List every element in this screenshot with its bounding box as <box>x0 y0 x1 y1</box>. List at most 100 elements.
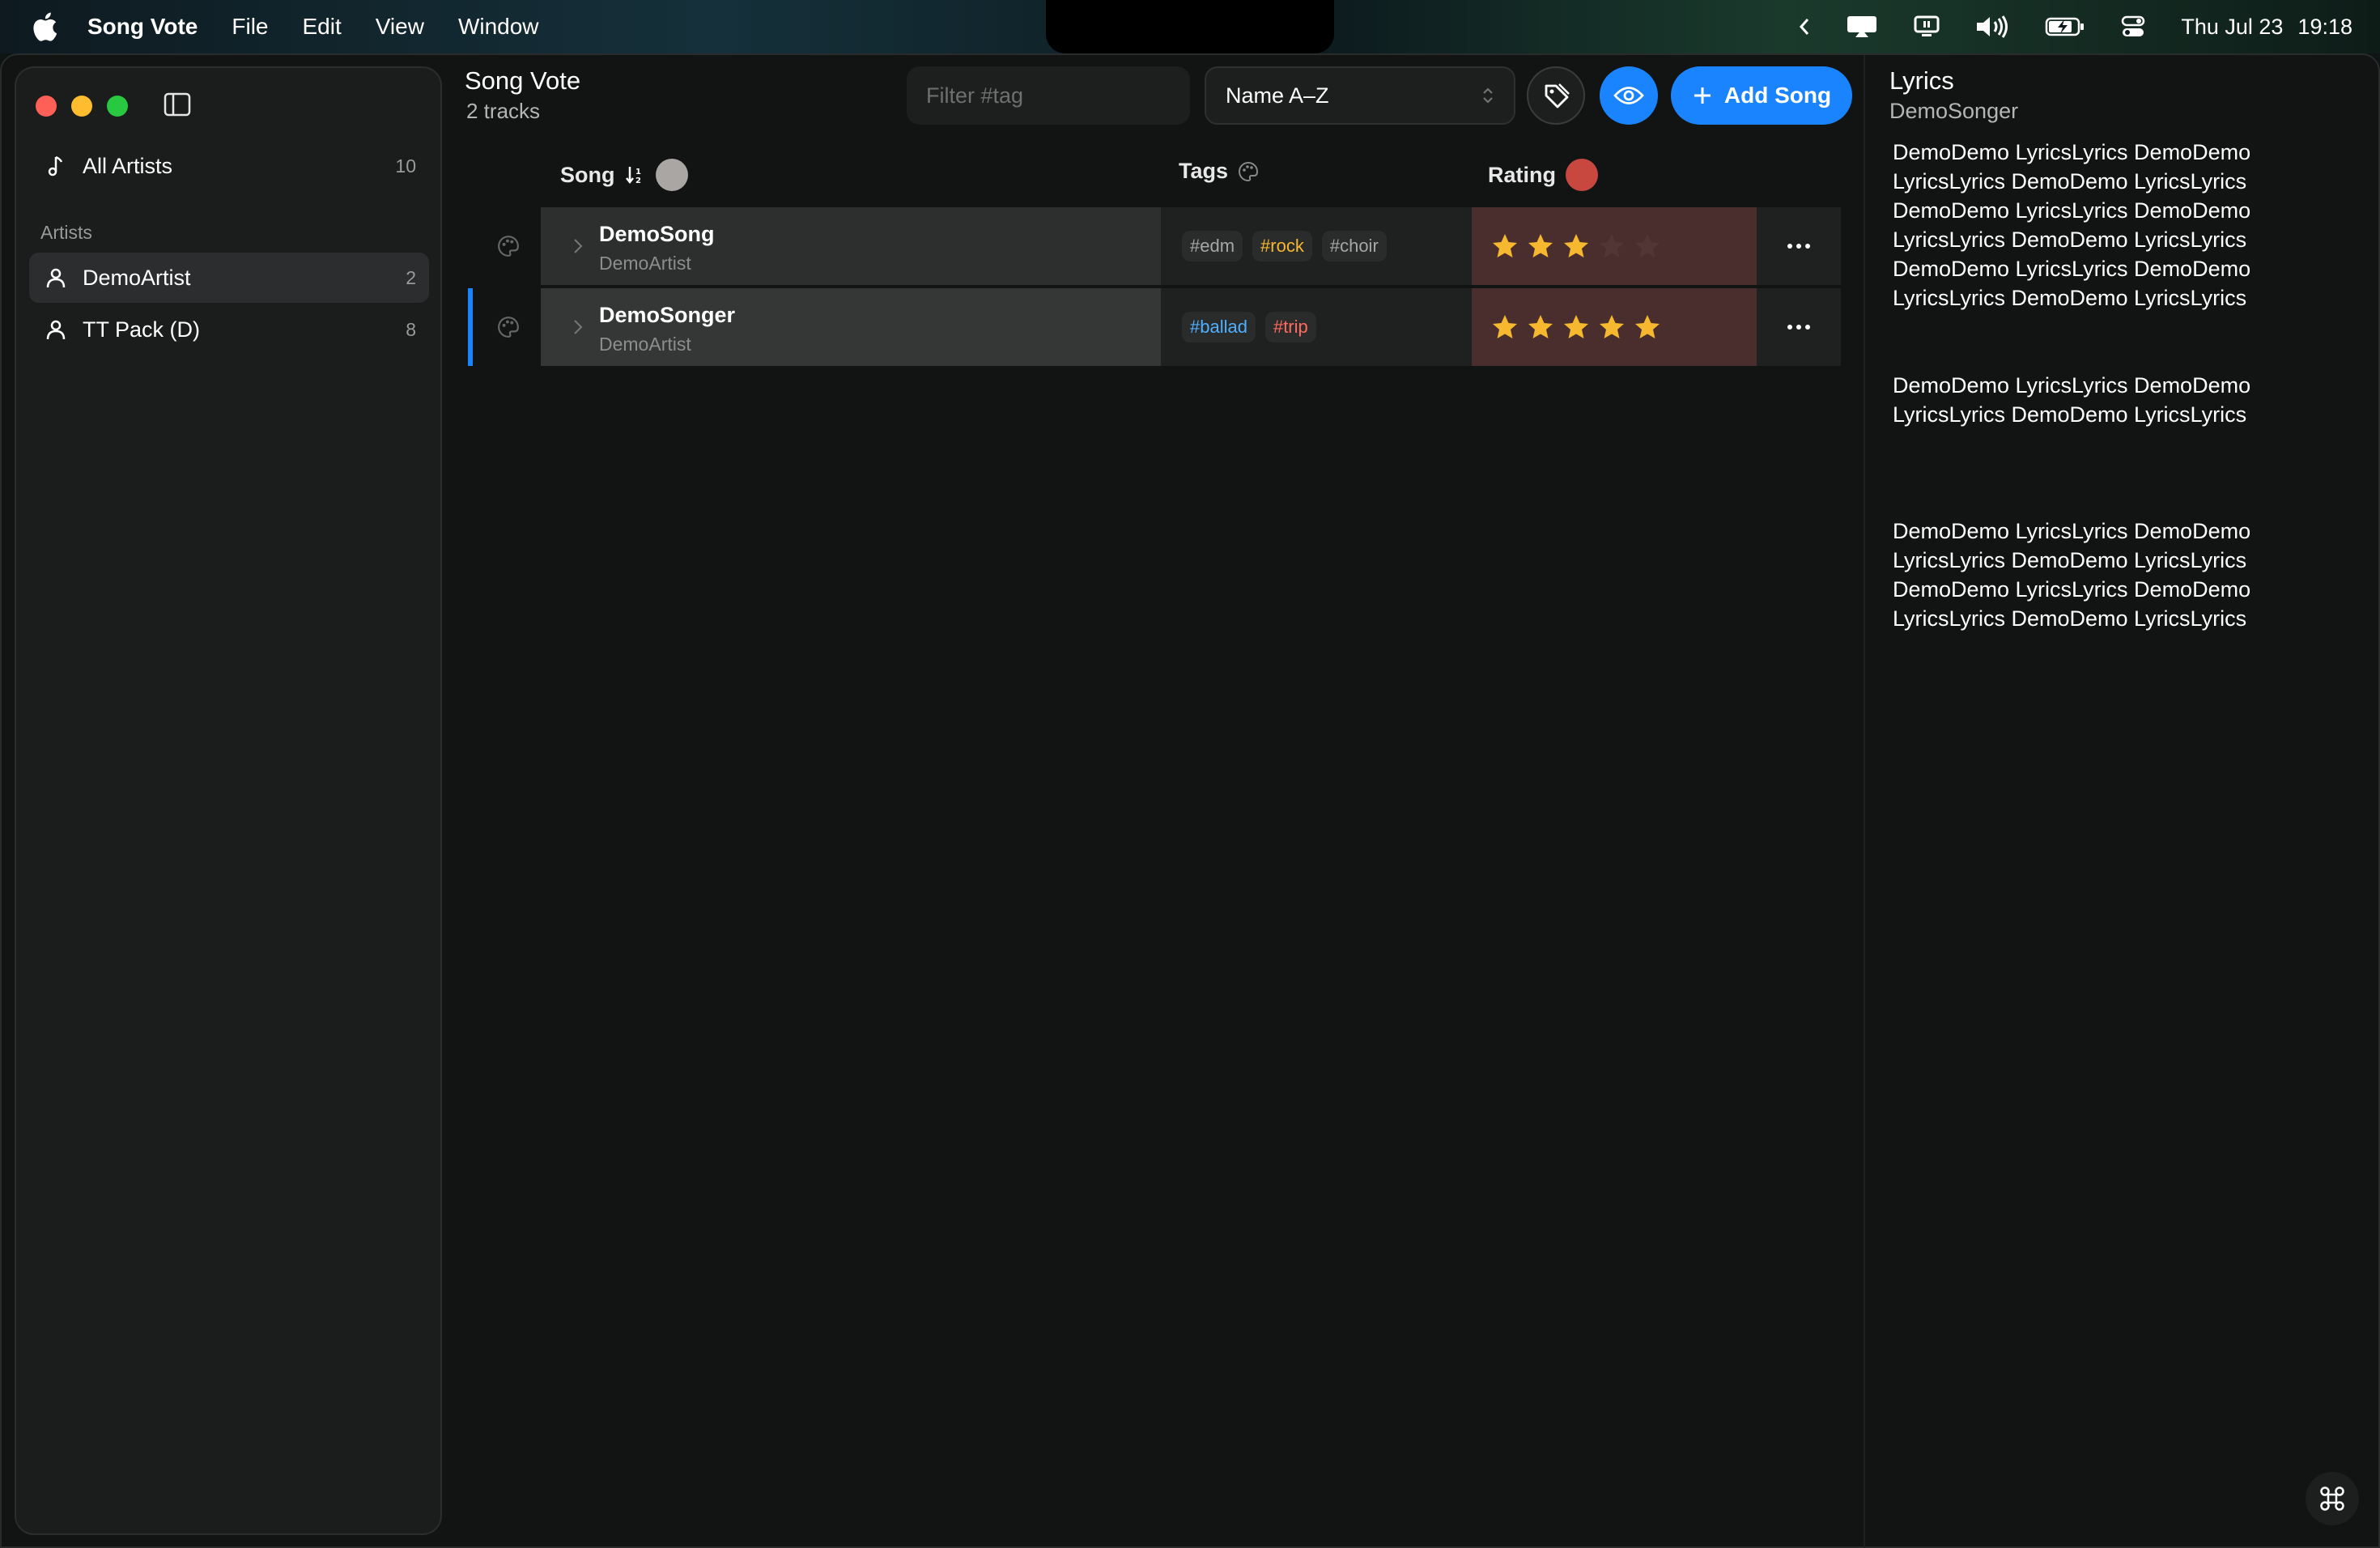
window-controls <box>36 96 128 117</box>
star-empty-icon[interactable] <box>1598 232 1626 260</box>
ellipsis-icon <box>1787 325 1810 330</box>
menu-file[interactable]: File <box>232 14 268 40</box>
column-header-rating[interactable]: Rating <box>1488 159 1598 191</box>
minimize-window-button[interactable] <box>71 96 92 117</box>
chevron-right-icon[interactable] <box>570 316 586 338</box>
sidebar-item-label: All Artists <box>83 153 173 178</box>
sidebar-toggle-icon[interactable] <box>164 92 191 117</box>
sidebar-item-demoartist[interactable]: DemoArtist 2 <box>29 253 429 303</box>
lyrics-line: LyricsLyrics DemoDemo LyricsLyrics <box>1893 402 2247 427</box>
star-filled-icon[interactable] <box>1491 313 1519 341</box>
column-header-song[interactable]: Song 12 <box>560 159 688 191</box>
table-row[interactable]: DemoSonger DemoArtist #ballad #trip <box>468 288 1841 366</box>
sidebar-item-label: TT Pack (D) <box>83 317 201 342</box>
column-header-tags[interactable]: Tags <box>1179 159 1259 184</box>
volume-icon[interactable] <box>1975 15 2009 39</box>
apple-icon[interactable] <box>31 11 58 42</box>
column-header-tags-label: Tags <box>1179 159 1229 183</box>
tag-chip[interactable]: #choir <box>1321 231 1387 262</box>
battery-icon[interactable] <box>2045 16 2085 37</box>
zoom-window-button[interactable] <box>107 96 128 117</box>
lyrics-line: DemoDemo LyricsLyrics DemoDemo <box>1893 198 2251 223</box>
lyrics-line: DemoDemo LyricsLyrics DemoDemo <box>1893 519 2251 543</box>
lyrics-line: LyricsLyrics DemoDemo LyricsLyrics <box>1893 548 2247 572</box>
song-title: DemoSong <box>599 222 715 246</box>
star-filled-icon[interactable] <box>1562 232 1590 260</box>
lyrics-paragraph: DemoDemo LyricsLyrics DemoDemo LyricsLyri… <box>1893 138 2297 313</box>
song-artist: DemoArtist <box>599 334 691 355</box>
star-filled-icon[interactable] <box>1527 232 1554 260</box>
star-filled-icon[interactable] <box>1634 313 1661 341</box>
star-filled-icon[interactable] <box>1491 232 1519 260</box>
tag-chip[interactable]: #edm <box>1182 231 1243 262</box>
chevron-right-icon[interactable] <box>570 235 586 257</box>
menu-app-name[interactable]: Song Vote <box>87 14 198 40</box>
rating-cell[interactable] <box>1472 288 1757 366</box>
lyrics-paragraph: DemoDemo LyricsLyrics DemoDemo LyricsLyri… <box>1893 517 2297 633</box>
palette-icon[interactable] <box>497 235 520 257</box>
lyrics-line: LyricsLyrics DemoDemo LyricsLyrics <box>1893 606 2247 631</box>
tag-chip[interactable]: #ballad <box>1182 312 1256 342</box>
sidebar-item-count: 8 <box>406 318 416 340</box>
tags-cell[interactable]: #edm #rock #choir <box>1161 207 1472 285</box>
screen-mirroring-icon[interactable] <box>1846 15 1878 39</box>
menu-edit[interactable]: Edit <box>303 14 342 40</box>
table-row[interactable]: DemoSong DemoArtist #edm #rock #choir <box>468 207 1841 285</box>
song-cell[interactable]: DemoSong DemoArtist <box>541 207 1161 285</box>
clock-date: Thu Jul 23 <box>2181 14 2284 39</box>
track-count: 2 tracks <box>466 99 541 123</box>
close-window-button[interactable] <box>36 96 57 117</box>
lyrics-title: Lyrics <box>1889 66 1954 95</box>
camera-notch <box>1046 0 1334 53</box>
manage-tags-button[interactable] <box>1527 66 1585 125</box>
tag-chip[interactable]: #rock <box>1252 231 1312 262</box>
star-filled-icon[interactable] <box>1598 313 1626 341</box>
lyrics-divider[interactable] <box>1864 55 1865 1548</box>
more-options-button[interactable] <box>1757 207 1841 285</box>
app-window: All Artists 10 Artists DemoArtist 2 TT P… <box>0 53 2380 1548</box>
eye-icon <box>1613 87 1644 104</box>
display-icon[interactable] <box>1914 15 1940 38</box>
sidebar-item-all-artists[interactable]: All Artists 10 <box>29 141 429 191</box>
palette-icon[interactable] <box>497 316 520 338</box>
command-button[interactable] <box>2306 1472 2359 1525</box>
sort-descending-icon[interactable]: 12 <box>625 164 646 185</box>
lyrics-line: DemoDemo LyricsLyrics DemoDemo <box>1893 140 2251 164</box>
sidebar: All Artists 10 Artists DemoArtist 2 TT P… <box>15 66 442 1535</box>
lyrics-line: DemoDemo LyricsLyrics DemoDemo <box>1893 257 2251 281</box>
person-icon <box>46 268 66 288</box>
toggle-visibility-button[interactable] <box>1600 66 1658 125</box>
lyrics-line: DemoDemo LyricsLyrics DemoDemo <box>1893 577 2251 602</box>
add-song-label: Add Song <box>1723 83 1832 108</box>
song-cell[interactable]: DemoSonger DemoArtist <box>541 288 1161 366</box>
sort-select[interactable]: Name A–Z <box>1205 66 1515 125</box>
lyrics-line: LyricsLyrics DemoDemo LyricsLyrics <box>1893 228 2247 252</box>
sidebar-item-tt-pack[interactable]: TT Pack (D) 8 <box>29 304 429 355</box>
add-song-button[interactable]: Add Song <box>1671 66 1852 125</box>
sidebar-section-label: Artists <box>40 222 92 243</box>
menu-view[interactable]: View <box>376 14 424 40</box>
chevron-left-icon[interactable] <box>1799 17 1810 36</box>
page-title: Song Vote <box>465 66 581 95</box>
palette-icon[interactable] <box>1238 161 1259 182</box>
star-filled-icon[interactable] <box>1527 313 1554 341</box>
status-area: Thu Jul 23 19:18 <box>1799 0 2352 53</box>
tag-filter-input[interactable] <box>907 66 1190 125</box>
rating-color-dot[interactable] <box>1566 159 1598 191</box>
star-empty-icon[interactable] <box>1634 232 1661 260</box>
rating-cell[interactable] <box>1472 207 1757 285</box>
tags-cell[interactable]: #ballad #trip <box>1161 288 1472 366</box>
tag-chip[interactable]: #trip <box>1264 312 1316 342</box>
lyrics-line: LyricsLyrics DemoDemo LyricsLyrics <box>1893 169 2247 194</box>
song-sort-dot[interactable] <box>655 159 688 191</box>
menu-clock[interactable]: Thu Jul 23 19:18 <box>2181 15 2352 40</box>
song-title: DemoSonger <box>599 303 736 327</box>
sidebar-item-count: 10 <box>395 155 416 176</box>
clock-time: 19:18 <box>2297 14 2352 39</box>
star-filled-icon[interactable] <box>1562 313 1590 341</box>
control-center-icon[interactable] <box>2121 15 2145 39</box>
lyrics-song-name: DemoSonger <box>1889 99 2019 123</box>
more-options-button[interactable] <box>1757 288 1841 366</box>
menu-window[interactable]: Window <box>458 14 539 40</box>
menu-bar: Song Vote File Edit View Window Thu Jul … <box>0 0 2380 53</box>
